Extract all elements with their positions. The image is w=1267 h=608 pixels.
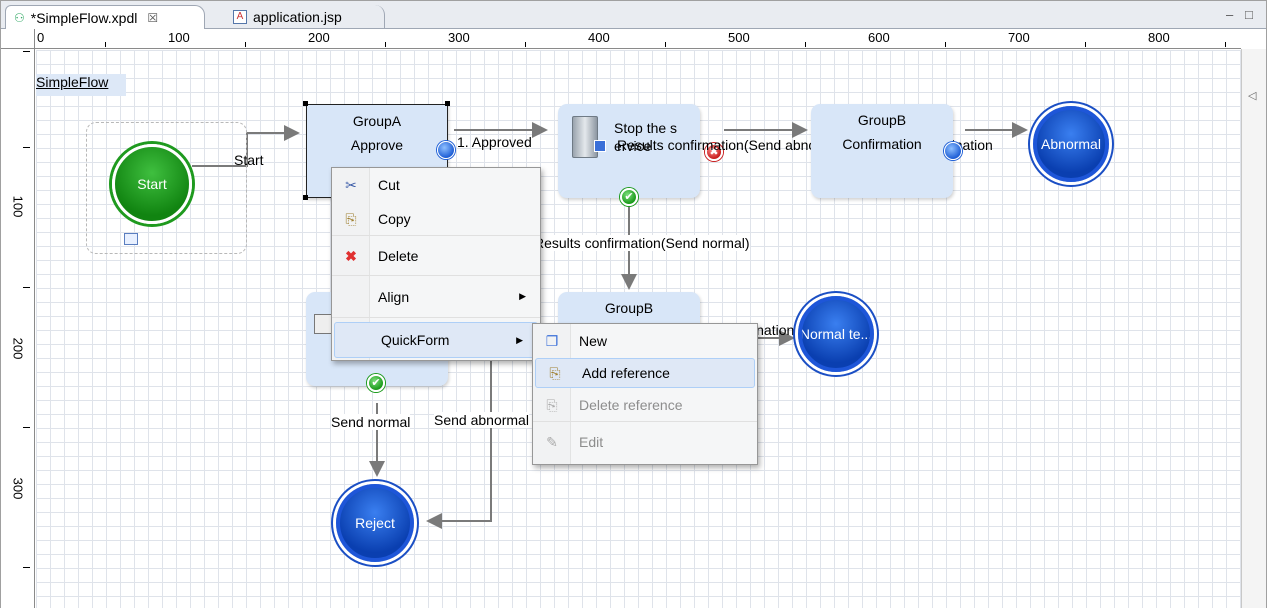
outgoing-connector-icon[interactable]	[437, 141, 455, 159]
horizontal-ruler: 0 100 200 300 400 500 600 700 800	[35, 29, 1241, 49]
start-node[interactable]: Start	[112, 144, 192, 224]
ruler-corner	[1, 29, 35, 49]
node-title: GroupB	[604, 300, 654, 316]
tab-label: *SimpleFlow.xpdl	[30, 9, 138, 26]
end-node-label: Normal te...	[799, 326, 873, 342]
minimize-icon[interactable]: –	[1226, 7, 1233, 22]
tab-application-jsp[interactable]: A application.jsp	[225, 5, 385, 29]
xpdl-file-icon: ⚇	[14, 10, 25, 25]
menu-item-label: Copy	[378, 210, 411, 227]
submenu-arrow-icon: ▶	[516, 334, 523, 345]
menu-item-copy[interactable]: ⎘ Copy	[332, 202, 540, 236]
quickform-submenu: ❐ New ⎘ Add reference ⎘ Delete reference…	[532, 323, 758, 465]
normal-connector-icon[interactable]: ✔	[367, 374, 385, 392]
normal-connector-icon[interactable]: ✔	[620, 188, 638, 206]
menu-item-cut[interactable]: ✂ Cut	[332, 168, 540, 202]
approved-edge-label[interactable]: 1. Approved	[457, 134, 532, 150]
new-form-icon: ❐	[545, 333, 559, 349]
editor-window: ⚇ *SimpleFlow.xpdl ☒ A application.jsp –…	[0, 0, 1267, 608]
submenu-arrow-icon: ▶	[519, 291, 526, 301]
ruler-label: 400	[588, 30, 610, 45]
selection-handle[interactable]	[303, 195, 308, 200]
normal-end-node[interactable]: Normal te...	[798, 296, 874, 372]
end-node-label: Reject	[355, 515, 395, 531]
results-normal-edge-label[interactable]: Results confirmation(Send normal)	[534, 235, 750, 251]
selection-handle[interactable]	[303, 101, 308, 106]
vertical-ruler: 100 200 300	[1, 49, 35, 608]
ruler-label: 500	[728, 30, 750, 45]
submenu-item-edit[interactable]: ✎ Edit	[533, 422, 757, 462]
node-title: GroupA	[352, 113, 402, 129]
menu-item-label: Delete	[378, 247, 419, 264]
ruler-label: 300	[10, 477, 26, 500]
jsp-file-icon: A	[233, 10, 247, 24]
edit-icon: ✎	[546, 434, 558, 450]
close-tab-icon[interactable]: ☒	[147, 11, 158, 25]
menu-item-label: New	[579, 333, 608, 349]
send-normal-edge-label[interactable]: Send normal	[331, 414, 411, 430]
start-edge-label[interactable]: Start	[234, 152, 264, 168]
context-menu: ✂ Cut ⎘ Copy ✖ Delete Align ▶ QuickForm …	[331, 167, 541, 361]
node-title: GroupB	[857, 112, 907, 128]
groupB-confirmation-node[interactable]: GroupB Confirmation	[811, 104, 953, 198]
node-subtitle: Approve	[350, 137, 404, 153]
delete-x-icon: ✖	[345, 248, 357, 264]
ruler-label: 200	[308, 30, 330, 45]
vertical-scrollbar[interactable]: ◁	[1241, 49, 1266, 608]
menu-item-label: Cut	[378, 177, 400, 193]
ruler-label: 100	[168, 30, 190, 45]
ruler-label: 700	[1008, 30, 1030, 45]
ruler-label: 200	[10, 337, 26, 360]
ruler-label: 100	[10, 195, 26, 218]
ruler-label: 600	[868, 30, 890, 45]
submenu-item-delete-reference[interactable]: ⎘ Delete reference	[533, 388, 757, 422]
outgoing-connector-icon[interactable]	[944, 142, 962, 160]
menu-item-label: Delete reference	[579, 396, 683, 413]
flow-editor: 0 100 200 300 400 500 600 700 800 100 20…	[1, 29, 1266, 608]
collapse-arrow-icon[interactable]: ◁	[1248, 89, 1256, 102]
start-node-label: Start	[137, 176, 167, 192]
menu-item-delete[interactable]: ✖ Delete	[332, 236, 540, 276]
reject-end-node[interactable]: Reject	[336, 484, 414, 562]
tab-label: application.jsp	[253, 9, 342, 25]
node-title: Stop the s	[614, 120, 678, 136]
editor-tab-bar: ⚇ *SimpleFlow.xpdl ☒ A application.jsp –…	[1, 1, 1266, 29]
scissors-icon: ✂	[345, 177, 357, 193]
end-node-label: Abnormal	[1041, 136, 1101, 152]
ruler-label: 800	[1148, 30, 1170, 45]
maximize-icon[interactable]: □	[1245, 7, 1253, 22]
add-reference-icon: ⎘	[549, 365, 561, 381]
menu-item-label: Align	[378, 288, 410, 305]
selection-handle[interactable]	[445, 101, 450, 106]
send-abnormal-edge-label[interactable]: Send abnormal	[434, 412, 529, 428]
menu-item-quickform[interactable]: QuickForm ▶	[334, 322, 538, 358]
tab-simpleflow[interactable]: ⚇ *SimpleFlow.xpdl ☒	[5, 5, 205, 29]
copy-icon: ⎘	[345, 211, 357, 227]
node-subtitle: Confirmation	[842, 136, 922, 152]
submenu-item-add-reference[interactable]: ⎘ Add reference	[535, 358, 755, 388]
menu-item-align[interactable]: Align ▶	[332, 276, 540, 318]
abnormal-end-node[interactable]: Abnormal	[1033, 106, 1109, 182]
menu-item-label: Edit	[579, 434, 604, 450]
start-form-icon[interactable]	[124, 233, 138, 245]
ruler-label: 300	[448, 30, 470, 45]
menu-item-label: QuickForm	[381, 332, 450, 348]
menu-item-label: Add reference	[582, 365, 670, 381]
server-badge-icon	[594, 140, 606, 152]
delete-reference-icon: ⎘	[546, 397, 558, 413]
submenu-item-new[interactable]: ❐ New	[533, 324, 757, 358]
